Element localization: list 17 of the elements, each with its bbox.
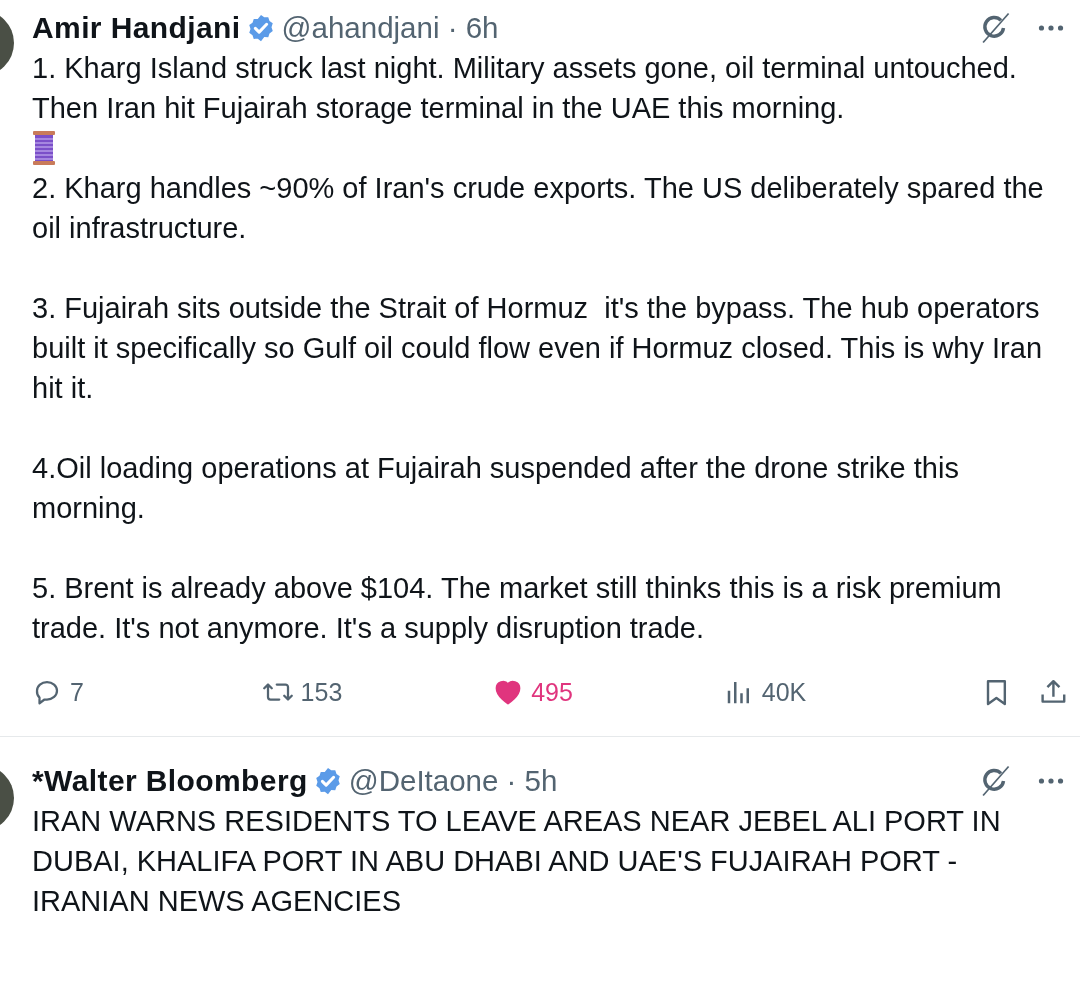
spool-icon [32,130,56,166]
tweet-text: 2. Kharg handles ~90% of Iran's crude exports. The US deliberately spared the oil infrastructure. [32,171,1045,246]
repost-count: 153 [300,677,343,707]
tweet-text: 3. Fujairah sits outside the Strait of Hormuz it's the bypass. The hub operators built it specifically so Gulf oil could flow even if Hormuz closed. This is why Iran hit it. [32,291,1044,406]
author-name[interactable]: *Walter Bloomberg [32,764,308,798]
tweet-text: 4.Oil loading operations at Fujairah suspended after the drone strike this morning. [32,451,960,526]
author-name[interactable]: Amir Handjani [32,11,241,45]
reply-count: 7 [70,677,84,707]
more-icon[interactable] [1038,777,1064,785]
tweet-text: 1. Kharg Island struck last night. Military assets gone, oil terminal untouched. Then Iran hit Fujairah storage terminal in the UAE this morning. [32,51,1018,126]
handle-and-time: @DeItaone · 5h [348,764,558,798]
tweet-text: 5. Brent is already above $104. The market still thinks this is a risk premium trade. It's not anymore. It's a supply disruption trade. [32,571,1003,646]
tweet-text: IRAN WARNS RESIDENTS TO LEAVE AREAS NEAR JEBEL ALI PORT IN DUBAI, KHALIFA PORT IN ABU DHABI AND UAE'S FUJAIRAH PORT - IRANIAN NEWS AGENCIES [32,804,1002,919]
more-icon[interactable] [1038,24,1064,32]
handle-and-time: @ahandjani · 6h [281,11,499,45]
like-count: 495 [531,677,573,707]
view-count: 40K [761,677,807,707]
